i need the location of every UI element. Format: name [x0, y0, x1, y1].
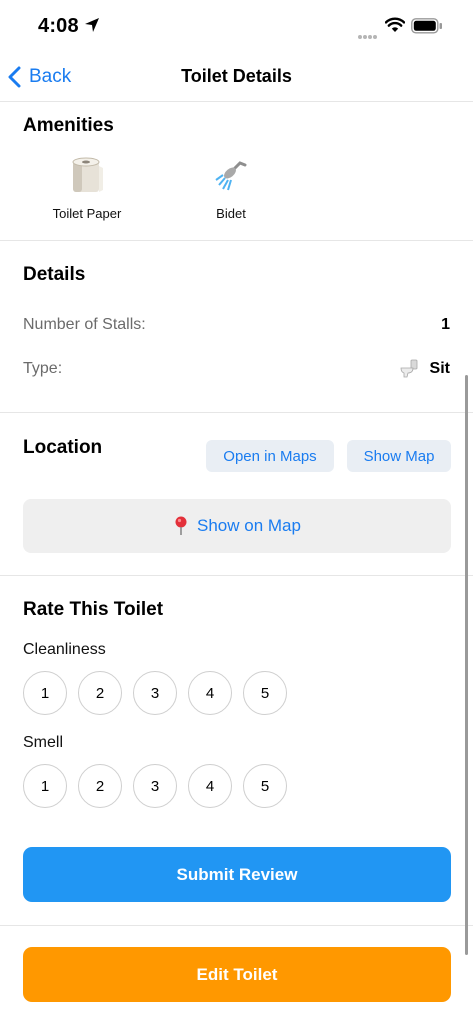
submit-review-button[interactable]: Submit Review: [23, 847, 451, 902]
stalls-value: 1: [441, 316, 450, 333]
smell-rating-5[interactable]: 5: [243, 764, 287, 808]
rate-title: Rate This Toilet: [23, 599, 164, 620]
amenities-title: Amenities: [23, 115, 114, 136]
status-time: 4:08: [38, 15, 79, 37]
amenity-toilet-paper: Toilet Paper: [22, 154, 152, 221]
smell-rating-1[interactable]: 1: [23, 764, 67, 808]
cleanliness-rating: 1 2 3 4 5: [23, 671, 298, 715]
edit-toilet-button[interactable]: Edit Toilet: [23, 947, 451, 1002]
map-pin-icon: [175, 516, 187, 535]
battery-icon: [411, 18, 443, 39]
page-title: Toilet Details: [181, 66, 292, 86]
shower-head-icon: [166, 154, 296, 198]
amenity-bidet: Bidet: [166, 154, 296, 221]
cellular-signal-icon: [357, 27, 379, 45]
toilet-paper-icon: [22, 154, 152, 198]
type-label: Type:: [23, 360, 63, 377]
amenity-label: Bidet: [216, 206, 246, 221]
show-map-button[interactable]: Show Map: [347, 440, 451, 472]
type-value: Sit: [429, 360, 450, 377]
show-on-map-label: Show on Map: [197, 516, 301, 535]
navigation-bar: Back Toilet Details: [0, 52, 473, 102]
status-bar: 4:08: [0, 0, 473, 52]
divider: [0, 412, 473, 413]
location-arrow-icon: [84, 17, 100, 38]
show-on-map-button[interactable]: Show on Map: [23, 499, 451, 553]
scrollbar[interactable]: [465, 375, 468, 955]
smell-rating: 1 2 3 4 5: [23, 764, 298, 808]
open-in-maps-button[interactable]: Open in Maps: [206, 440, 334, 472]
cleanliness-rating-5[interactable]: 5: [243, 671, 287, 715]
toilet-icon: [399, 358, 419, 383]
divider: [0, 240, 473, 241]
details-title: Details: [23, 264, 86, 285]
wifi-icon: [384, 17, 406, 38]
smell-label: Smell: [23, 734, 64, 751]
smell-rating-2[interactable]: 2: [78, 764, 122, 808]
location-title: Location: [23, 437, 103, 458]
divider: [0, 575, 473, 576]
divider: [0, 925, 473, 926]
amenity-label: Toilet Paper: [52, 206, 122, 221]
smell-rating-3[interactable]: 3: [133, 764, 177, 808]
cleanliness-rating-3[interactable]: 3: [133, 671, 177, 715]
stalls-label: Number of Stalls:: [23, 316, 146, 333]
cleanliness-label: Cleanliness: [23, 641, 106, 658]
cleanliness-rating-1[interactable]: 1: [23, 671, 67, 715]
smell-rating-4[interactable]: 4: [188, 764, 232, 808]
cleanliness-rating-4[interactable]: 4: [188, 671, 232, 715]
cleanliness-rating-2[interactable]: 2: [78, 671, 122, 715]
